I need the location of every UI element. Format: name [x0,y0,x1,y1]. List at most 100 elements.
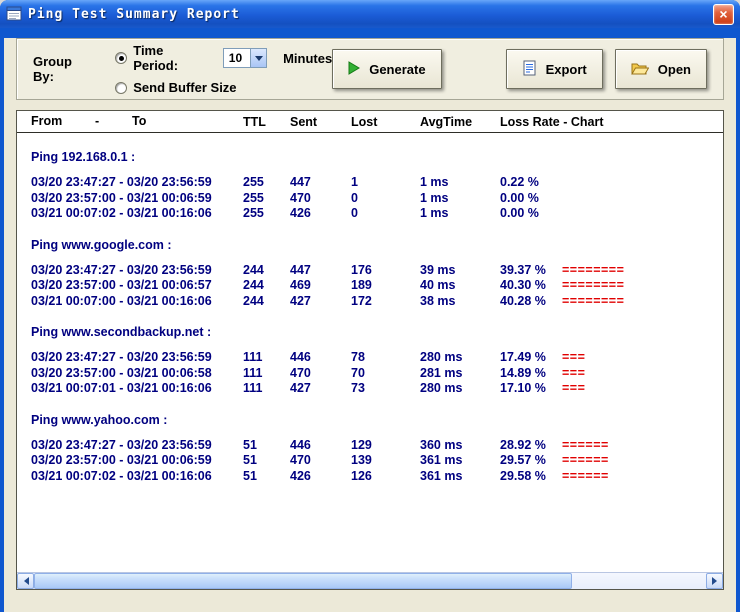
ping-group-title: Ping 192.168.0.1 : [31,150,723,164]
cell-period: 03/21 00:07:02 - 03/21 00:16:06 [31,206,243,222]
cell-loss: 28.92 % [500,438,562,454]
open-folder-icon [631,61,649,78]
cell-loss: 0.00 % [500,191,562,207]
period-dropdown[interactable]: 10 [223,48,267,68]
chevron-down-icon[interactable] [250,49,266,67]
table-row: 03/20 23:47:27 - 03/20 23:56:5925544711 … [17,175,723,191]
cell-ttl: 255 [243,175,290,191]
column-header-sent: Sent [290,115,351,129]
cell-period: 03/20 23:57:00 - 03/21 00:06:57 [31,278,243,294]
ping-group: Ping www.yahoo.com : 03/20 23:47:27 - 03/… [17,413,723,485]
ping-test-window: Ping Test Summary Report × Group By: Tim… [0,0,740,612]
export-button-label: Export [546,62,587,77]
cell-chart: ======== [562,278,624,294]
scroll-left-arrow-icon[interactable] [17,573,34,589]
scrollbar-thumb[interactable] [34,573,572,589]
cell-sent: 469 [290,278,351,294]
table-row: 03/20 23:57:00 - 03/21 00:06:5925547001 … [17,191,723,207]
cell-period: 03/20 23:57:00 - 03/21 00:06:59 [31,453,243,469]
scrollbar-track[interactable] [34,573,706,589]
cell-sent: 426 [290,206,351,222]
cell-avg: 39 ms [420,263,500,279]
cell-loss: 0.00 % [500,206,562,222]
ping-group-title: Ping www.secondbackup.net : [31,325,723,339]
cell-period: 03/21 00:07:01 - 03/21 00:16:06 [31,381,243,397]
cell-loss: 29.57 % [500,453,562,469]
ping-group: Ping 192.168.0.1 : 03/20 23:47:27 - 03/20… [17,150,723,222]
generate-button[interactable]: Generate [332,49,441,89]
cell-ttl: 244 [243,294,290,310]
time-period-radio[interactable] [115,52,127,64]
export-button[interactable]: Export [506,49,603,89]
cell-loss: 29.58 % [500,469,562,485]
cell-chart: === [562,350,585,366]
cell-sent: 470 [290,191,351,207]
column-header-dash: - [95,114,99,128]
generate-button-label: Generate [369,62,425,77]
cell-period: 03/20 23:57:00 - 03/21 00:06:59 [31,191,243,207]
cell-ttl: 255 [243,191,290,207]
report-area: From - To TTL Sent Lost AvgTime Loss Rat… [16,110,724,590]
open-button[interactable]: Open [615,49,707,89]
cell-ttl: 244 [243,263,290,279]
table-row: 03/21 00:07:02 - 03/21 00:16:06514261263… [17,469,723,485]
cell-lost: 189 [351,278,420,294]
minutes-label: Minutes [283,51,332,66]
table-row: 03/20 23:57:00 - 03/21 00:06:58111470702… [17,366,723,382]
cell-lost: 78 [351,350,420,366]
cell-lost: 70 [351,366,420,382]
table-row: 03/20 23:47:27 - 03/20 23:56:59514461293… [17,438,723,454]
document-icon [522,60,537,79]
action-buttons: Generate Export [332,49,707,89]
cell-chart: === [562,366,585,382]
cell-sent: 447 [290,175,351,191]
period-dropdown-value: 10 [224,49,250,67]
cell-ttl: 111 [243,350,290,366]
cell-avg: 1 ms [420,206,500,222]
ping-group-title: Ping www.google.com : [31,238,723,252]
ping-group: Ping www.google.com : 03/20 23:47:27 - 03… [17,238,723,310]
cell-lost: 0 [351,191,420,207]
cell-avg: 281 ms [420,366,500,382]
report-header: From - To TTL Sent Lost AvgTime Loss Rat… [17,111,723,133]
column-header-avgtime: AvgTime [420,115,500,129]
cell-sent: 427 [290,294,351,310]
cell-loss: 17.49 % [500,350,562,366]
horizontal-scrollbar[interactable] [17,572,723,589]
ping-group-title: Ping www.yahoo.com : [31,413,723,427]
controls-panel: Group By: Time Period: 10 Minutes Send B… [16,38,724,100]
cell-period: 03/20 23:47:27 - 03/20 23:56:59 [31,263,243,279]
cell-sent: 427 [290,381,351,397]
cell-loss: 17.10 % [500,381,562,397]
send-buffer-radio[interactable] [115,82,127,94]
cell-chart: ====== [562,469,609,485]
cell-chart: ======== [562,294,624,310]
table-row: 03/20 23:57:00 - 03/21 00:06:59514701393… [17,453,723,469]
client-area: Group By: Time Period: 10 Minutes Send B… [4,38,736,612]
column-header-from-to: From - To [31,111,243,132]
cell-lost: 1 [351,175,420,191]
cell-lost: 0 [351,206,420,222]
cell-ttl: 51 [243,453,290,469]
cell-lost: 73 [351,381,420,397]
cell-period: 03/21 00:07:02 - 03/21 00:16:06 [31,469,243,485]
close-button[interactable]: × [713,4,734,25]
report-body: Ping 192.168.0.1 : 03/20 23:47:27 - 03/20… [17,134,723,572]
column-header-to: To [132,114,146,128]
scroll-right-arrow-icon[interactable] [706,573,723,589]
table-row: 03/20 23:47:27 - 03/20 23:56:59244447176… [17,263,723,279]
column-header-lost: Lost [351,115,420,129]
cell-chart: === [562,381,585,397]
group-by-options: Time Period: 10 Minutes Send Buffer Size [115,43,332,95]
cell-sent: 426 [290,469,351,485]
cell-loss: 0.22 % [500,175,562,191]
cell-lost: 176 [351,263,420,279]
cell-lost: 172 [351,294,420,310]
time-period-label: Time Period: [133,43,209,73]
cell-avg: 1 ms [420,191,500,207]
column-header-ttl: TTL [243,115,290,129]
cell-sent: 446 [290,438,351,454]
send-buffer-option: Send Buffer Size [115,80,332,95]
table-row: 03/21 00:07:00 - 03/21 00:16:06244427172… [17,294,723,310]
column-header-from: From [31,114,62,128]
